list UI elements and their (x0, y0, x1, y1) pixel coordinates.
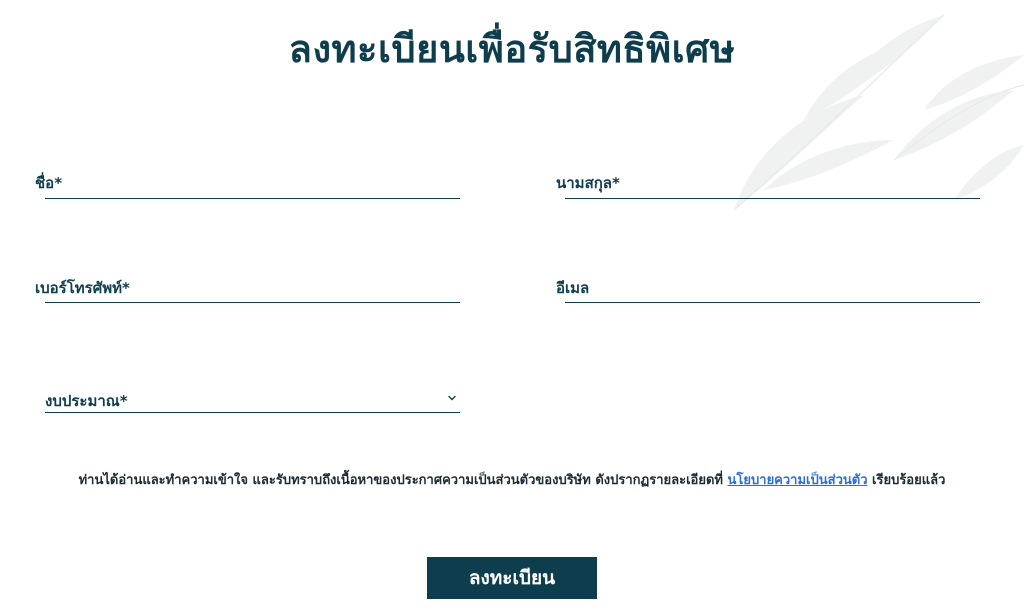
privacy-consent-text: ท่านได้อ่านและทำความเข้าใจ และรับทราบถึง… (0, 469, 1024, 490)
register-button[interactable]: ลงทะเบียน (427, 557, 597, 599)
privacy-policy-link[interactable]: นโยบายความเป็นส่วนตัว (728, 473, 868, 488)
phone-input[interactable] (45, 276, 460, 303)
first-name-input[interactable] (45, 172, 460, 199)
last-name-input[interactable] (565, 172, 980, 199)
chevron-down-icon (448, 395, 456, 401)
consent-text-before: ท่านได้อ่านและทำความเข้าใจ และรับทราบถึง… (78, 473, 728, 488)
consent-text-after: เรียบร้อยแล้ว (867, 473, 946, 488)
budget-select-value: งบประมาณ* (45, 392, 128, 410)
budget-select[interactable]: งบประมาณ* (45, 386, 460, 413)
email-input[interactable] (565, 276, 980, 303)
page-title: ลงทะเบียนเพื่อรับสิทธิพิเศษ (288, 27, 736, 71)
